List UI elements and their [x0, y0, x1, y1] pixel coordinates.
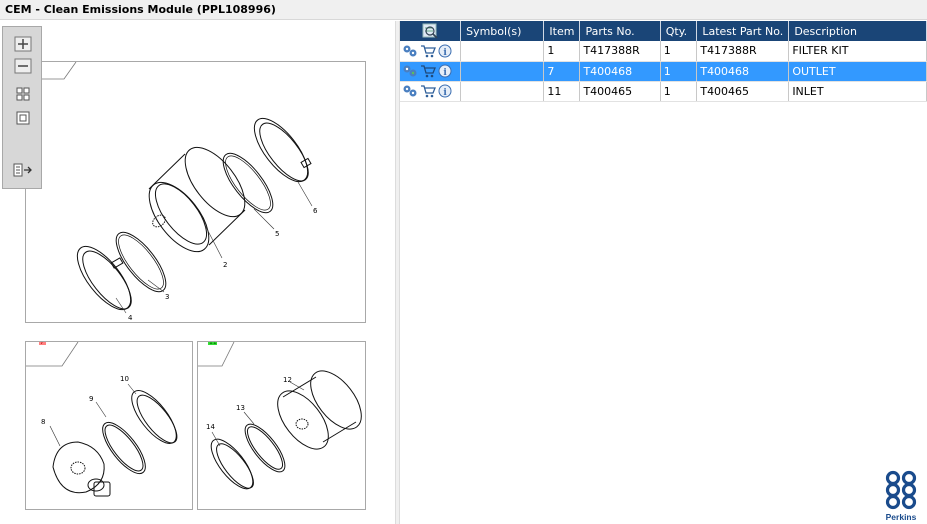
- description-column-header[interactable]: Description: [788, 21, 927, 41]
- exploded-view-item-7: 7 8 9 10: [26, 342, 178, 497]
- qty-column-header[interactable]: Qty.: [660, 21, 698, 41]
- parts-search-icon[interactable]: [402, 64, 418, 78]
- item-cell: 1: [543, 41, 581, 62]
- latest-part-no-cell: T400465: [696, 81, 790, 102]
- table-header-row: Symbol(s) Item Parts No. Qty. Latest Par…: [400, 21, 927, 41]
- parts-no-column-header[interactable]: Parts No.: [579, 21, 661, 41]
- callout-14[interactable]: 14: [206, 423, 215, 431]
- svg-text:i: i: [443, 68, 447, 78]
- parts-list-panel: Symbol(s) Item Parts No. Qty. Latest Par…: [400, 21, 927, 524]
- symbols-cell: [460, 41, 545, 62]
- parts-table: Symbol(s) Item Parts No. Qty. Latest Par…: [400, 21, 927, 102]
- single-view-icon: [16, 111, 30, 125]
- callout-8[interactable]: 8: [41, 418, 45, 426]
- callout-6[interactable]: 6: [313, 207, 318, 215]
- latest-part-no-cell: T400468: [696, 61, 790, 82]
- illustration-toolbar: [2, 26, 42, 189]
- callout-4[interactable]: 4: [128, 314, 133, 322]
- svg-text:i: i: [443, 48, 447, 58]
- zoom-in-button[interactable]: [13, 35, 33, 53]
- illustration-sheet-item-7[interactable]: 7 8 9 10: [25, 341, 193, 510]
- symbols-cell: [460, 81, 545, 102]
- latest-part-no-cell: T417388R: [696, 41, 790, 62]
- description-cell: FILTER KIT: [788, 41, 927, 62]
- perkins-logo-text: Perkins: [885, 512, 917, 522]
- export-icon: [13, 163, 32, 177]
- window-title: CEM - Clean Emissions Module (PPL108996): [0, 0, 927, 20]
- callout-2[interactable]: 2: [223, 261, 227, 269]
- zoom-out-button[interactable]: [13, 57, 33, 75]
- item-cell: 7: [543, 61, 581, 82]
- description-cell: INLET: [788, 81, 927, 102]
- export-button[interactable]: [13, 161, 33, 179]
- grid-view-icon: [16, 87, 30, 101]
- illustration-panel: 2 3 4 5 6 7 8 9 10 11 12 13 14: [0, 21, 395, 524]
- symbols-cell: [460, 61, 545, 82]
- item-column-header[interactable]: Item: [543, 21, 581, 41]
- parts-no-cell: T400465: [579, 81, 661, 102]
- qty-cell: 1: [660, 61, 698, 82]
- grid-view-button[interactable]: [13, 85, 33, 103]
- single-view-button[interactable]: [13, 109, 33, 127]
- qty-cell: 1: [660, 41, 698, 62]
- callout-5[interactable]: 5: [275, 230, 279, 238]
- callout-13[interactable]: 13: [236, 404, 245, 412]
- table-row[interactable]: i 11 T400465 1 T400465 INLET: [400, 81, 927, 102]
- illustration-sheet-main[interactable]: 2 3 4 5 6: [25, 61, 366, 323]
- callout-9[interactable]: 9: [89, 395, 93, 403]
- shopping-cart-icon[interactable]: [420, 44, 436, 58]
- callout-10[interactable]: 10: [120, 375, 129, 383]
- find-in-table-icon: [422, 23, 438, 39]
- callout-3[interactable]: 3: [165, 293, 169, 301]
- parts-no-cell: T400468: [579, 61, 661, 82]
- svg-text:i: i: [443, 88, 447, 98]
- svg-text:11: 11: [209, 342, 217, 346]
- illustration-sheet-item-11[interactable]: 11 12 13 14: [197, 341, 366, 510]
- row-actions: i: [400, 41, 462, 62]
- symbols-column-header[interactable]: Symbol(s): [460, 21, 545, 41]
- zoom-out-icon: [14, 58, 32, 74]
- exploded-view-item-11: 11 12 13 14: [198, 342, 362, 490]
- zoom-in-icon: [14, 36, 32, 52]
- table-row[interactable]: i 7 T400468 1 T400468 OUTLET: [400, 61, 927, 82]
- svg-text:7: 7: [40, 342, 44, 346]
- info-icon[interactable]: i: [438, 64, 452, 78]
- parts-search-icon[interactable]: [402, 84, 418, 98]
- qty-cell: 1: [660, 81, 698, 102]
- row-actions: i: [400, 81, 462, 102]
- row-actions: i: [400, 61, 462, 82]
- exploded-view-main: 2 3 4 5 6: [26, 62, 318, 322]
- table-row[interactable]: i 1 T417388R 1 T417388R FILTER KIT: [400, 41, 927, 62]
- parts-search-icon[interactable]: [402, 44, 418, 58]
- latest-part-no-column-header[interactable]: Latest Part No.: [696, 21, 790, 41]
- description-cell: OUTLET: [788, 61, 927, 82]
- item-cell: 11: [543, 81, 581, 102]
- shopping-cart-icon[interactable]: [420, 64, 436, 78]
- perkins-logo: Perkins: [879, 470, 923, 522]
- parts-no-cell: T417388R: [579, 41, 661, 62]
- callout-12[interactable]: 12: [283, 376, 292, 384]
- perkins-logo-mark: [885, 470, 917, 510]
- info-icon[interactable]: i: [438, 44, 452, 58]
- shopping-cart-icon[interactable]: [420, 84, 436, 98]
- find-column-header[interactable]: [400, 21, 462, 41]
- info-icon[interactable]: i: [438, 84, 452, 98]
